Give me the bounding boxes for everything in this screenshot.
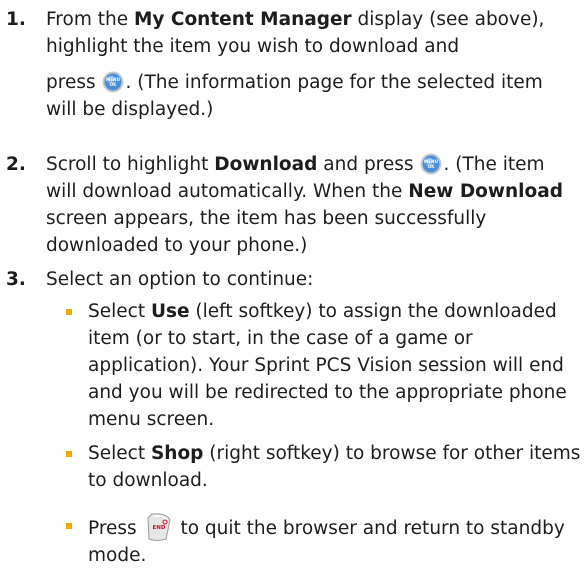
step-number: 1. [6, 9, 26, 30]
bullet-line: application). Your Sprint PCS Vision ses… [88, 355, 564, 376]
bullet-line: mode. [88, 545, 147, 566]
bold-term: My Content Manager [133, 9, 352, 30]
step-line: downloaded to your phone.) [46, 235, 308, 256]
end-key-icon: END [147, 513, 171, 541]
bullet-line: Press END to quit the browser and return… [88, 512, 586, 542]
menu-ok-key-icon: MENU OK [102, 71, 124, 93]
menu-key-bottom-label: OK [428, 164, 436, 169]
step-line: screen appears, the item has been succes… [46, 208, 487, 229]
bullet-line: Select Shop (right softkey) to browse fo… [88, 443, 581, 464]
step-text: Scroll to highlight Download and press M… [46, 151, 576, 259]
manual-page: 1. From the My Content Manager display (… [0, 0, 586, 579]
step-line: will download automatically. When the Ne… [46, 181, 563, 202]
bullet-text: Select Use (left softkey) to assign the … [88, 298, 586, 433]
bullet-line: and you will be redirected to the approp… [88, 382, 567, 403]
step-line: Select an option to continue: [46, 269, 314, 290]
bullet-line: item (or to start, in the case of a game… [88, 328, 473, 349]
step-line: Scroll to highlight Download and press M… [46, 153, 545, 175]
bullet-marker [66, 523, 72, 529]
bold-term: Shop [150, 443, 204, 464]
step-line: will be displayed.) [46, 99, 214, 120]
bullet-marker [66, 309, 72, 315]
bullet-line: to download. [88, 470, 208, 491]
bold-term: New Download [408, 181, 563, 202]
bullet-text: Press END to quit the browser and return… [88, 512, 586, 569]
bold-term: Use [150, 301, 190, 322]
bullet-line: Select Use (left softkey) to assign the … [88, 301, 557, 322]
bold-term: Download [214, 154, 318, 175]
step-text: From the My Content Manager display (see… [46, 6, 576, 123]
end-key-label: END [152, 525, 165, 531]
step-line: highlight the item you wish to download … [46, 36, 460, 57]
step-number: 2. [6, 154, 26, 175]
step-line: press MENU OK . (The information page fo… [46, 71, 543, 93]
menu-key-bottom-label: OK [110, 82, 118, 87]
bullet-line: menu screen. [88, 409, 215, 430]
step-text: Select an option to continue: [46, 266, 576, 293]
bullet-marker [66, 451, 72, 457]
step-number: 3. [6, 269, 26, 290]
bullet-text: Select Shop (right softkey) to browse fo… [88, 440, 586, 494]
step-line: From the My Content Manager display (see… [46, 9, 545, 30]
menu-ok-key-icon: MENU OK [420, 153, 442, 175]
